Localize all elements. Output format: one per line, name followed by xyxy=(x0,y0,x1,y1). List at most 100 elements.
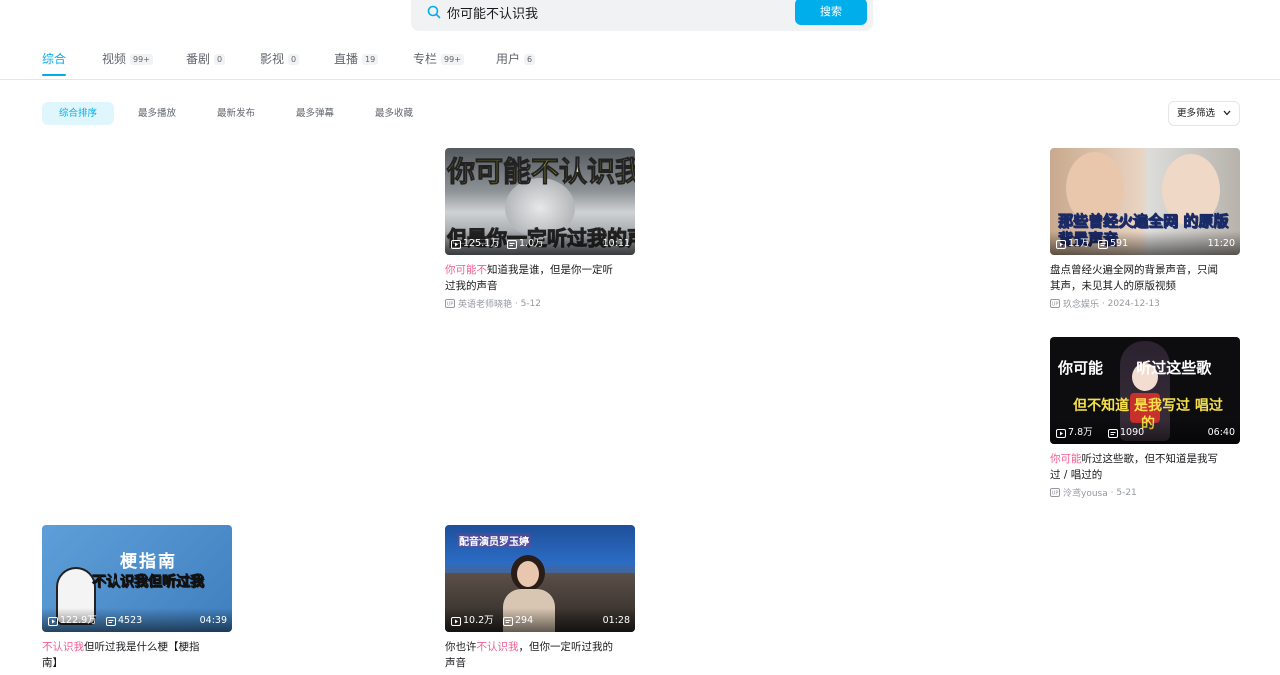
tab-count-badge: 0 xyxy=(214,54,226,65)
play-count: 11万 xyxy=(1056,238,1090,250)
video-duration: 11:20 xyxy=(1207,238,1235,249)
tab-label: 影视 xyxy=(260,52,285,66)
tab-count-badge: 99+ xyxy=(130,54,153,65)
chevron-down-icon xyxy=(1223,110,1231,116)
sort-newest-button[interactable]: 最新发布 xyxy=(200,102,272,125)
tab-bangumi[interactable]: 番剧 0 xyxy=(186,50,226,80)
author-name[interactable]: 泠鸢yousa xyxy=(1063,486,1108,499)
danmaku-count: 1090 xyxy=(1108,427,1144,439)
tab-count-badge: 6 xyxy=(524,54,536,65)
tab-label: 直播 xyxy=(334,52,359,66)
thumbnail-stats-bar: 11万 591 11:20 xyxy=(1050,231,1240,255)
sort-most-danmaku-button[interactable]: 最多弹幕 xyxy=(279,102,351,125)
tab-label: 视频 xyxy=(102,52,127,66)
tab-live[interactable]: 直播 19 xyxy=(334,50,379,80)
thumbnail-caption-top: 你可能 听过这些歌 xyxy=(1058,359,1212,377)
danmaku-icon xyxy=(503,616,513,626)
tab-film[interactable]: 影视 0 xyxy=(260,50,300,80)
play-count: 7.8万 xyxy=(1056,427,1093,439)
thumbnail-stats-bar: 7.8万 1090 06:40 xyxy=(1050,420,1240,444)
up-icon: UP xyxy=(1050,299,1060,308)
thumbnail-caption-top: 梗指南 xyxy=(120,552,177,572)
video-meta: UP 英语老师晓艳 · 5-12 xyxy=(445,297,542,310)
thumbnail-stats-bar: 10.2万 294 01:28 xyxy=(445,608,635,632)
video-card[interactable]: 你可能不认识我 但是你一定听过我的声音 125.1万 1.0万 10:11 你可… xyxy=(445,148,635,310)
svg-text:UP: UP xyxy=(1052,491,1059,497)
play-icon xyxy=(451,616,461,626)
video-title[interactable]: 盘点曾经火遍全网的背景声音，只闻其声，未见其人的原版视频 xyxy=(1050,262,1220,294)
play-count: 122.9万 xyxy=(48,615,97,627)
tab-all[interactable]: 综合 xyxy=(42,50,66,80)
danmaku-icon xyxy=(507,239,517,249)
video-card[interactable]: 梗指南 不认识我但听过我 122.9万 4523 04:39 不认识我但听过我是… xyxy=(42,525,232,671)
danmaku-count: 1.0万 xyxy=(507,238,544,250)
thumbnail-person-face xyxy=(517,561,539,587)
tab-label: 综合 xyxy=(42,52,67,66)
video-card[interactable]: 你可能 听过这些歌 但不知道 是我写过 唱过的 7.8万 1090 06:40 … xyxy=(1050,337,1240,499)
search-bar: 搜索 xyxy=(411,0,873,31)
video-duration: 04:39 xyxy=(199,615,227,626)
danmaku-icon xyxy=(106,616,116,626)
thumbnail-caption-top: 你可能不认识我 xyxy=(446,155,635,189)
video-meta: UP 玖念娱乐 · 2024-12-13 xyxy=(1050,297,1160,310)
video-thumbnail[interactable]: 那些曾经火遍全网 的原版背景声音 11万 591 11:20 xyxy=(1050,148,1240,255)
tab-video[interactable]: 视频 99+ xyxy=(102,50,153,80)
video-duration: 06:40 xyxy=(1207,427,1235,438)
danmaku-count: 591 xyxy=(1098,238,1128,250)
thumbnail-caption-top: 配音演员罗玉婷 xyxy=(457,533,531,548)
sort-most-favorited-button[interactable]: 最多收藏 xyxy=(358,102,430,125)
thumbnail-stats-bar: 122.9万 4523 04:39 xyxy=(42,608,232,632)
publish-date: 5-21 xyxy=(1116,487,1137,498)
video-thumbnail[interactable]: 你可能不认识我 但是你一定听过我的声音 125.1万 1.0万 10:11 xyxy=(445,148,635,255)
thumbnail-stats-bar: 125.1万 1.0万 10:11 xyxy=(445,231,635,255)
danmaku-count: 294 xyxy=(503,615,533,627)
play-icon xyxy=(48,616,58,626)
up-icon: UP xyxy=(445,299,455,308)
video-meta: UP 泠鸢yousa · 5-21 xyxy=(1050,486,1137,499)
video-thumbnail[interactable]: 配音演员罗玉婷 10.2万 294 01:28 xyxy=(445,525,635,632)
danmaku-icon xyxy=(1108,428,1118,438)
more-filter-label: 更多筛选 xyxy=(1177,108,1216,119)
play-count: 125.1万 xyxy=(451,238,500,250)
author-name[interactable]: 英语老师晓艳 xyxy=(458,297,512,310)
video-duration: 10:11 xyxy=(602,238,630,249)
video-title[interactable]: 你也许不认识我，但你一定听过我的声音 xyxy=(445,639,613,671)
tab-label: 专栏 xyxy=(413,52,438,66)
active-tab-indicator xyxy=(42,74,66,76)
publish-date: 2024-12-13 xyxy=(1107,298,1160,309)
author-name[interactable]: 玖念娱乐 xyxy=(1063,297,1099,310)
video-duration: 01:28 xyxy=(602,615,630,626)
play-icon xyxy=(451,239,461,249)
video-card[interactable]: 那些曾经火遍全网 的原版背景声音 11万 591 11:20 盘点曾经火遍全网的… xyxy=(1050,148,1240,310)
play-count: 10.2万 xyxy=(451,615,494,627)
video-thumbnail[interactable]: 你可能 听过这些歌 但不知道 是我写过 唱过的 7.8万 1090 06:40 xyxy=(1050,337,1240,444)
tab-count-badge: 0 xyxy=(288,54,300,65)
publish-date: 5-12 xyxy=(520,298,542,309)
play-icon xyxy=(1056,428,1066,438)
svg-text:UP: UP xyxy=(1052,302,1059,308)
tab-count-badge: 99+ xyxy=(441,54,464,65)
up-icon: UP xyxy=(1050,488,1060,497)
video-card[interactable]: 配音演员罗玉婷 10.2万 294 01:28 你也许不认识我，但你一定听过我的… xyxy=(445,525,635,671)
sort-most-played-button[interactable]: 最多播放 xyxy=(121,102,193,125)
sort-default-button[interactable]: 综合排序 xyxy=(42,102,114,125)
video-title[interactable]: 你可能不知道我是谁，但是你一定听过我的声音 xyxy=(445,262,613,294)
search-icon xyxy=(427,5,441,19)
svg-text:UP: UP xyxy=(447,302,454,308)
search-button[interactable]: 搜索 xyxy=(795,0,867,25)
danmaku-count: 4523 xyxy=(106,615,142,627)
search-input[interactable] xyxy=(447,0,787,24)
danmaku-icon xyxy=(1098,239,1108,249)
tab-article[interactable]: 专栏 99+ xyxy=(413,50,464,80)
tab-count-badge: 19 xyxy=(362,54,379,65)
tab-user[interactable]: 用户 6 xyxy=(496,50,536,80)
thumbnail-caption-bottom: 不认识我但听过我 xyxy=(92,574,205,591)
video-title[interactable]: 不认识我但听过我是什么梗【梗指南】 xyxy=(42,639,210,671)
tab-label: 用户 xyxy=(496,52,521,66)
video-thumbnail[interactable]: 梗指南 不认识我但听过我 122.9万 4523 04:39 xyxy=(42,525,232,632)
more-filter-button[interactable]: 更多筛选 xyxy=(1168,101,1240,126)
tab-label: 番剧 xyxy=(186,52,211,66)
video-title[interactable]: 你可能听过这些歌，但不知道是我写过 / 唱过的 xyxy=(1050,451,1220,483)
play-icon xyxy=(1056,239,1066,249)
tabs-divider xyxy=(0,79,1280,80)
